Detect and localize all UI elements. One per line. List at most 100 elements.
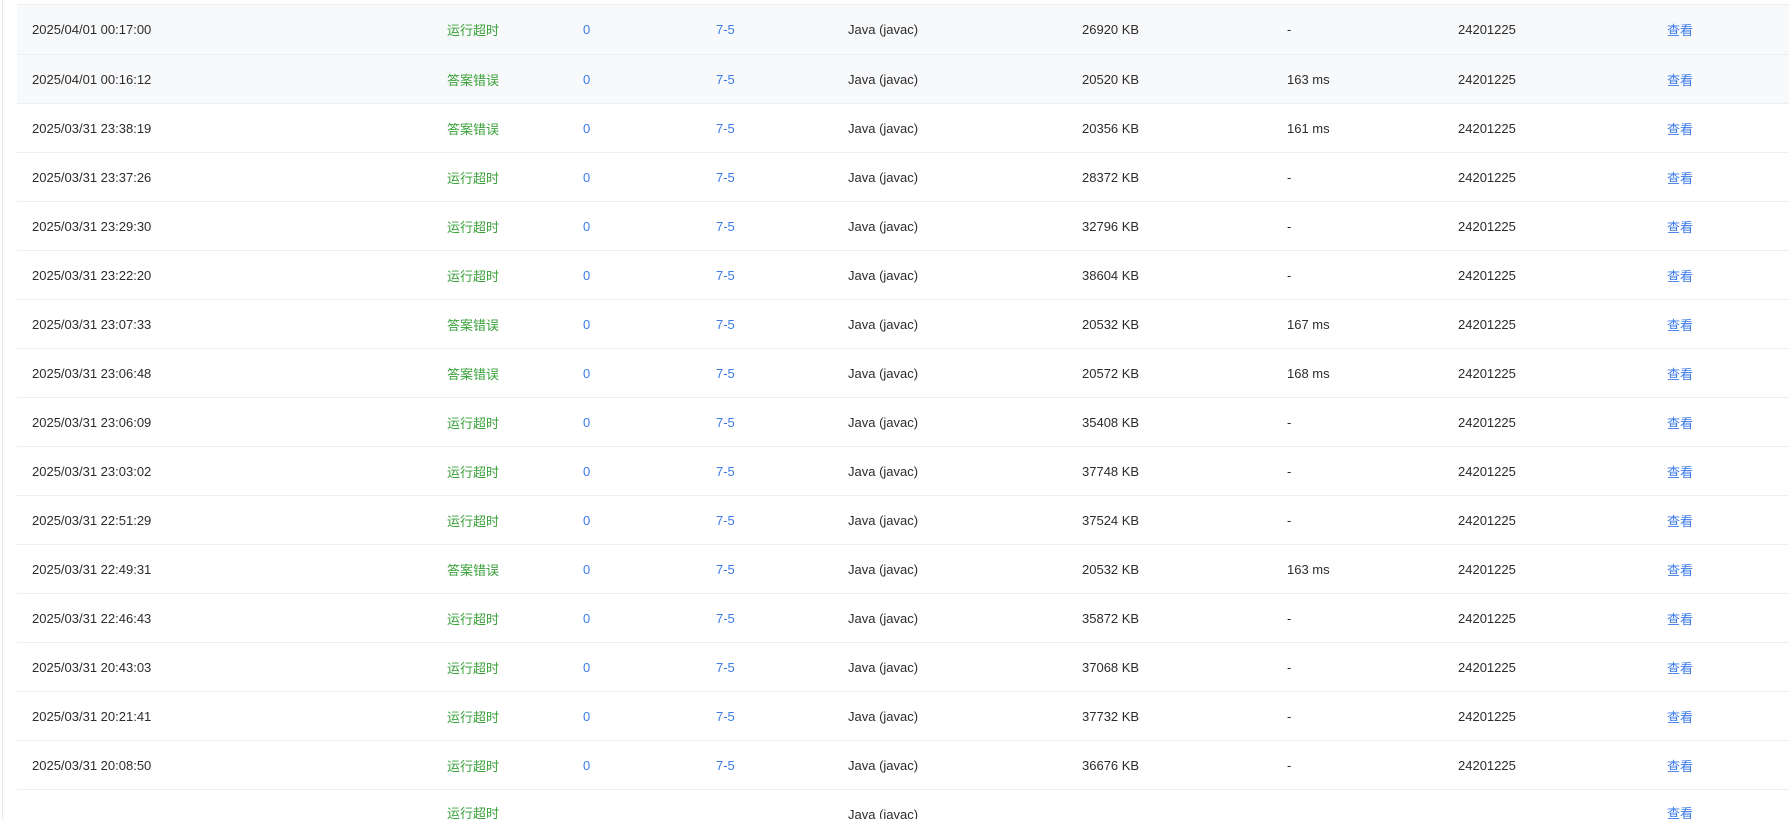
memory-value: 35872 KB	[1082, 610, 1140, 626]
problem-link[interactable]: 7-5	[716, 741, 735, 789]
time-used-value: -	[1287, 267, 1292, 283]
status-label: 答案错误	[447, 562, 500, 578]
language-label: Java (javac)	[848, 120, 919, 136]
user-id: 24201225	[1458, 22, 1516, 37]
time-used-value: -	[1287, 659, 1292, 675]
memory-value: 37068 KB	[1082, 659, 1140, 675]
submit-time: 2025/03/31 22:51:29	[32, 512, 152, 528]
score-link[interactable]: 0	[583, 300, 590, 348]
problem-link[interactable]: 7-5	[716, 300, 735, 348]
score-link[interactable]: 0	[583, 692, 590, 740]
score-link[interactable]: 0	[583, 5, 590, 54]
problem-link[interactable]: 7-5	[716, 202, 735, 250]
language-label: Java (javac)	[848, 414, 919, 430]
left-border	[2, 0, 3, 819]
user-id: 24201225	[1458, 267, 1516, 283]
problem-link[interactable]: 7-5	[716, 643, 735, 691]
score-link[interactable]: 0	[583, 594, 590, 642]
view-link[interactable]: 查看	[1667, 202, 1693, 250]
problem-link[interactable]: 7-5	[716, 153, 735, 201]
view-link[interactable]: 查看	[1667, 447, 1693, 495]
submit-time: 2025/03/31 22:46:43	[32, 610, 152, 626]
problem-link[interactable]: 7-5	[716, 545, 735, 593]
problem-link[interactable]: 7-5	[716, 447, 735, 495]
score-link[interactable]: 0	[583, 398, 590, 446]
problem-link[interactable]: 7-5	[716, 55, 735, 103]
memory-value: 20572 KB	[1082, 365, 1140, 381]
problem-link[interactable]: 7-5	[716, 692, 735, 740]
memory-value: 37524 KB	[1082, 512, 1140, 528]
language-label: Java (javac)	[848, 169, 919, 185]
problem-link[interactable]: 7-5	[716, 5, 735, 54]
time-used-value: -	[1287, 512, 1292, 528]
submit-time: 2025/03/31 22:49:31	[32, 561, 152, 577]
problem-link[interactable]: 7-5	[716, 104, 735, 152]
status-label: 答案错误	[447, 72, 500, 88]
language-label: Java (javac)	[848, 71, 919, 87]
status-label: 答案错误	[447, 121, 500, 137]
time-used-value: 167 ms	[1287, 316, 1330, 332]
table-row: 2025/03/31 23:22:20 运行超时 0 7-5 Java (javac) 3…	[17, 251, 1789, 300]
view-link[interactable]: 查看	[1667, 398, 1693, 446]
time-used-value: -	[1287, 414, 1292, 430]
submit-time: 2025/03/31 20:08:50	[32, 757, 152, 773]
view-link[interactable]: 查看	[1667, 251, 1693, 299]
view-link[interactable]: 查看	[1667, 545, 1693, 593]
score-link[interactable]: 0	[583, 55, 590, 103]
user-id: 24201225	[1458, 463, 1516, 479]
user-id: 24201225	[1458, 708, 1516, 724]
score-link[interactable]: 0	[583, 545, 590, 593]
view-link[interactable]: 查看	[1667, 349, 1693, 397]
status-label: 运行超时	[447, 219, 500, 235]
submit-time: 2025/03/31 23:03:02	[32, 463, 152, 479]
user-id: 24201225	[1458, 414, 1516, 430]
problem-link[interactable]: 7-5	[716, 594, 735, 642]
score-link[interactable]: 0	[583, 447, 590, 495]
table-row: 2025/03/31 22:51:29 运行超时 0 7-5 Java (javac) 3…	[17, 496, 1789, 545]
view-link[interactable]: 查看	[1667, 741, 1693, 789]
view-link[interactable]: 查看	[1667, 798, 1693, 819]
problem-link[interactable]: 7-5	[716, 251, 735, 299]
language-label: Java (javac)	[848, 316, 919, 332]
score-link[interactable]: 0	[583, 349, 590, 397]
table-row: 2025/03/31 20:21:41 运行超时 0 7-5 Java (javac) 3…	[17, 692, 1789, 741]
table-row: 2025/03/31 20:08:50 运行超时 0 7-5 Java (javac) 3…	[17, 741, 1789, 790]
memory-value: 35408 KB	[1082, 414, 1140, 430]
view-link[interactable]: 查看	[1667, 55, 1693, 103]
score-link[interactable]: 0	[583, 251, 590, 299]
score-link[interactable]: 0	[583, 153, 590, 201]
view-link[interactable]: 查看	[1667, 692, 1693, 740]
user-id: 24201225	[1458, 659, 1516, 675]
memory-value: 32796 KB	[1082, 218, 1140, 234]
time-used-value: -	[1287, 218, 1292, 234]
score-link[interactable]: 0	[583, 643, 590, 691]
submissions-table: 2025/04/01 00:17:00 运行超时 0 7-5 Java (javac) 2…	[17, 4, 1789, 819]
problem-link[interactable]: 7-5	[716, 349, 735, 397]
score-link[interactable]: 0	[583, 741, 590, 789]
view-link[interactable]: 查看	[1667, 153, 1693, 201]
view-link[interactable]: 查看	[1667, 643, 1693, 691]
view-link[interactable]: 查看	[1667, 594, 1693, 642]
score-link[interactable]: 0	[583, 104, 590, 152]
language-label: Java (javac)	[848, 218, 919, 234]
status-label: 运行超时	[447, 415, 500, 431]
user-id: 24201225	[1458, 757, 1516, 773]
problem-link[interactable]: 7-5	[716, 496, 735, 544]
problem-link[interactable]: 7-5	[716, 398, 735, 446]
score-link[interactable]: 0	[583, 202, 590, 250]
status-label: 运行超时	[447, 611, 500, 627]
memory-value: 37748 KB	[1082, 463, 1140, 479]
language-label: Java (javac)	[848, 708, 919, 724]
view-link[interactable]: 查看	[1667, 104, 1693, 152]
table-row: 2025/04/01 00:16:12 答案错误 0 7-5 Java (javac) 2…	[17, 55, 1789, 104]
status-label: 运行超时	[447, 464, 500, 480]
table-row: 2025/03/31 23:29:30 运行超时 0 7-5 Java (javac) 3…	[17, 202, 1789, 251]
table-row: 2025/04/01 00:17:00 运行超时 0 7-5 Java (javac) 2…	[17, 5, 1789, 55]
table-row: 2025/03/31 23:03:02 运行超时 0 7-5 Java (javac) 3…	[17, 447, 1789, 496]
view-link[interactable]: 查看	[1667, 5, 1693, 54]
view-link[interactable]: 查看	[1667, 496, 1693, 544]
submit-time: 2025/03/31 23:07:33	[32, 316, 152, 332]
view-link[interactable]: 查看	[1667, 300, 1693, 348]
submit-time: 2025/03/31 23:38:19	[32, 120, 152, 136]
score-link[interactable]: 0	[583, 496, 590, 544]
